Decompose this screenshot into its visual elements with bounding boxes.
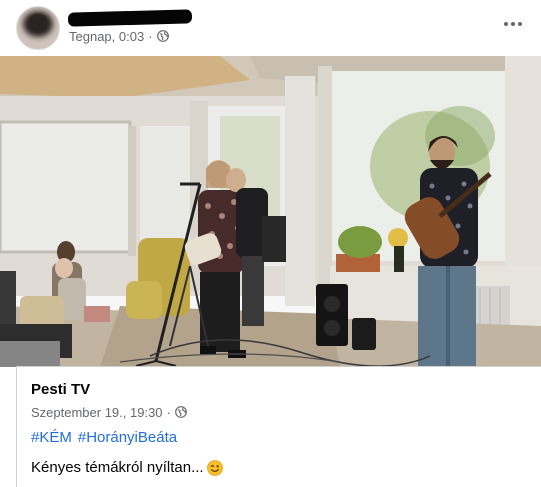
meta-separator: ·	[148, 28, 153, 44]
shared-post-card: Pesti TV Szeptember 19., 19:30 · #KÉM #H…	[16, 366, 541, 487]
post-text: Kényes témákról nyíltan...	[31, 459, 223, 476]
post-text-content: Kényes témákról nyíltan...	[31, 459, 204, 476]
shared-post-meta: Szeptember 19., 19:30 ·	[31, 404, 187, 420]
shared-page-name[interactable]: Pesti TV	[31, 381, 90, 398]
more-horizontal-icon	[504, 22, 522, 26]
video-frame	[0, 56, 541, 367]
video-player[interactable]	[0, 56, 541, 367]
more-options-button[interactable]	[499, 10, 527, 38]
author-name-redaction	[67, 9, 193, 27]
avatar-redaction	[23, 11, 53, 37]
globe-icon[interactable]	[156, 30, 169, 42]
globe-icon[interactable]	[174, 406, 187, 418]
post-timestamp[interactable]: Tegnap, 0:03	[69, 29, 144, 44]
post-meta: Tegnap, 0:03 ·	[69, 28, 169, 44]
hashtag-list: #KÉM #HorányiBeáta	[31, 429, 177, 446]
winking-face-icon	[206, 459, 223, 476]
author-name[interactable]	[67, 8, 193, 27]
hashtag-link[interactable]: #KÉM	[31, 429, 72, 446]
shared-post-timestamp[interactable]: Szeptember 19., 19:30	[31, 405, 163, 420]
meta-separator: ·	[166, 404, 171, 420]
post-header: Tegnap, 0:03 ·	[0, 0, 541, 56]
hashtag-link[interactable]: #HorányiBeáta	[78, 429, 177, 446]
avatar[interactable]	[16, 6, 60, 50]
